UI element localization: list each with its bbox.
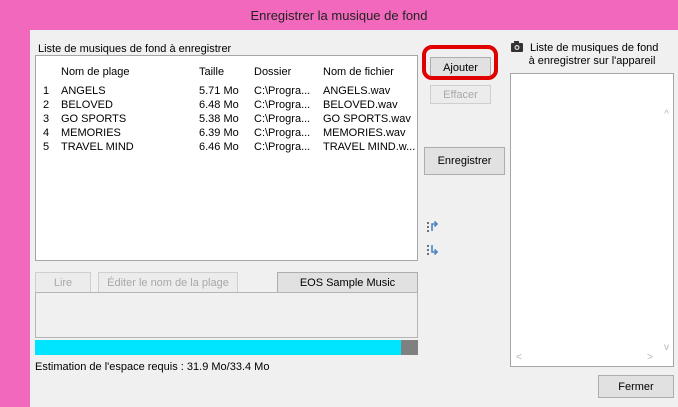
play-button[interactable]: Lire: [35, 272, 91, 293]
move-up-icon[interactable]: [426, 220, 440, 234]
scroll-up-icon[interactable]: ^: [664, 109, 669, 120]
column-header-name[interactable]: Nom de plage: [61, 66, 130, 78]
info-box: [35, 292, 418, 338]
scroll-right-icon[interactable]: >: [647, 352, 653, 363]
move-down-icon[interactable]: [426, 243, 440, 257]
table-row[interactable]: 1 ANGELS 5.71 Mo C:\Progra... ANGELS.wav: [36, 85, 417, 99]
scroll-left-icon[interactable]: <: [516, 352, 522, 363]
table-row[interactable]: 3 GO SPORTS 5.38 Mo C:\Progra... GO SPOR…: [36, 113, 417, 127]
music-list[interactable]: Nom de plage Taille Dossier Nom de fichi…: [35, 55, 418, 261]
device-list-label-line2: à enregistrer sur l'appareil: [528, 55, 656, 67]
device-list-label-line1: Liste de musiques de fond: [530, 42, 659, 54]
dialog-window: Enregistrer la musique de fond Liste de …: [0, 0, 678, 407]
column-header-folder[interactable]: Dossier: [254, 66, 291, 78]
window-title: Enregistrer la musique de fond: [250, 7, 428, 23]
dialog-body: Liste de musiques de fond à enregistrer …: [30, 30, 678, 407]
device-music-list[interactable]: ^ v < >: [510, 73, 674, 367]
column-header-size[interactable]: Taille: [199, 66, 224, 78]
table-row[interactable]: 2 BELOVED 6.48 Mo C:\Progra... BELOVED.w…: [36, 99, 417, 113]
space-progress-fill: [35, 340, 401, 355]
scroll-down-icon[interactable]: v: [664, 342, 669, 353]
camera-icon: [511, 41, 523, 52]
add-button-highlight: [422, 45, 498, 80]
delete-button[interactable]: Effacer: [430, 85, 491, 104]
space-estimate: Estimation de l'espace requis : 31.9 Mo/…: [35, 361, 270, 373]
eos-sample-music-button[interactable]: EOS Sample Music: [277, 272, 418, 293]
table-row[interactable]: 5 TRAVEL MIND 6.46 Mo C:\Progra... TRAVE…: [36, 141, 417, 155]
space-progress-bar: [35, 340, 418, 355]
edit-track-name-button[interactable]: Éditer le nom de la plage: [98, 272, 238, 293]
music-list-label: Liste de musiques de fond à enregistrer: [38, 43, 232, 55]
table-row[interactable]: 4 MEMORIES 6.39 Mo C:\Progra... MEMORIES…: [36, 127, 417, 141]
register-button[interactable]: Enregistrer: [424, 147, 505, 175]
column-header-file[interactable]: Nom de fichier: [323, 66, 394, 78]
close-button[interactable]: Fermer: [598, 375, 674, 398]
